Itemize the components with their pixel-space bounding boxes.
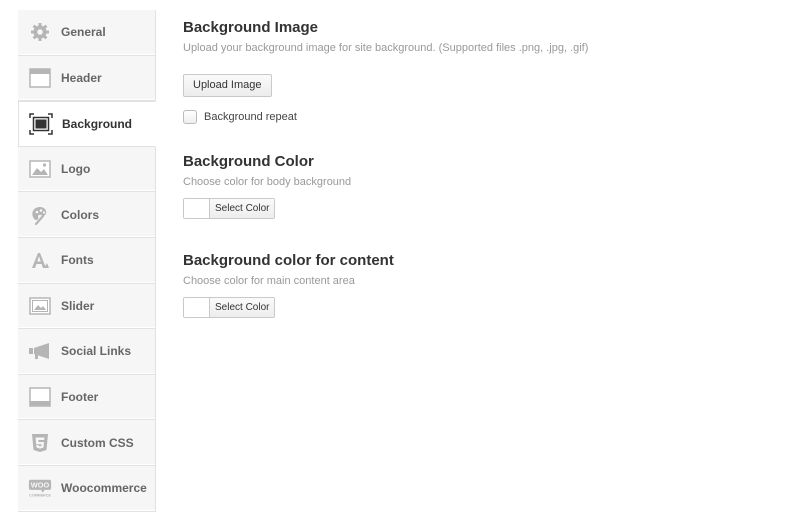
image-icon [28,157,52,181]
select-color-button[interactable]: Select Color [210,199,275,218]
woo-logo-text: WOO [31,481,50,490]
section-description: Choose color for body background [183,176,352,188]
sidebar-item-custom-css[interactable]: Custom CSS [18,420,156,466]
content-color-section: Background color for content Choose colo… [183,251,773,322]
color-swatch[interactable] [184,199,210,218]
section-title: Background color for content [183,252,394,269]
sidebar-item-colors[interactable]: Colors [18,192,156,238]
sidebar-item-label: Fonts [61,253,94,268]
css3-icon [28,431,52,455]
sidebar-item-background[interactable]: Background [18,101,156,147]
sidebar-item-fonts[interactable]: Fonts [18,237,156,284]
settings-content: Background Image Upload your background … [183,18,773,322]
sidebar-item-woocommerce[interactable]: WOO COMMERCE Woocommerce [18,465,156,512]
palette-icon [28,203,52,227]
background-icon [29,112,53,136]
footer-icon [28,385,52,409]
slider-icon [28,294,52,318]
font-icon [28,248,52,272]
commerce-logo-text: COMMERCE [29,494,51,498]
background-color-section: Background Color Choose color for body b… [183,152,773,223]
sidebar-item-slider[interactable]: Slider [18,283,156,330]
section-title: Background Image [183,19,319,36]
header-icon [28,66,52,90]
sidebar-item-logo[interactable]: Logo [18,146,156,193]
sidebar-item-label: Logo [61,162,91,177]
sidebar-item-label: Custom CSS [61,435,134,450]
woocommerce-icon: WOO COMMERCE [28,476,52,500]
color-swatch[interactable] [184,298,210,317]
content-background-color-picker[interactable]: Select Color [183,297,276,318]
sidebar-item-social-links[interactable]: Social Links [18,329,156,375]
sidebar-item-header[interactable]: Header [18,55,156,102]
megaphone-icon [28,339,52,363]
sidebar-item-footer[interactable]: Footer [18,374,156,421]
upload-image-button[interactable]: Upload Image [183,74,272,97]
sidebar-item-label: Slider [61,298,95,313]
sidebar-item-label: Colors [61,207,100,222]
sidebar-item-label: Footer [61,390,99,405]
sidebar-item-label: Social Links [61,344,132,359]
select-color-button[interactable]: Select Color [210,298,275,317]
section-title: Background Color [183,153,314,170]
settings-sidebar: General Header Background Logo Colors Fo… [18,10,156,512]
sidebar-item-label: Header [61,70,102,85]
section-description: Choose color for main content area [183,275,355,287]
sidebar-item-general[interactable]: General [18,10,156,56]
sidebar-item-label: General [61,25,106,40]
section-description: Upload your background image for site ba… [183,42,589,54]
background-repeat-label[interactable]: Background repeat [204,111,297,123]
gear-icon [28,20,52,44]
sidebar-item-label: Background [62,116,133,131]
body-background-color-picker[interactable]: Select Color [183,198,276,219]
sidebar-item-label: Woocommerce [61,481,147,496]
background-image-section: Background Image Upload your background … [183,18,773,124]
background-repeat-checkbox[interactable] [183,110,197,124]
